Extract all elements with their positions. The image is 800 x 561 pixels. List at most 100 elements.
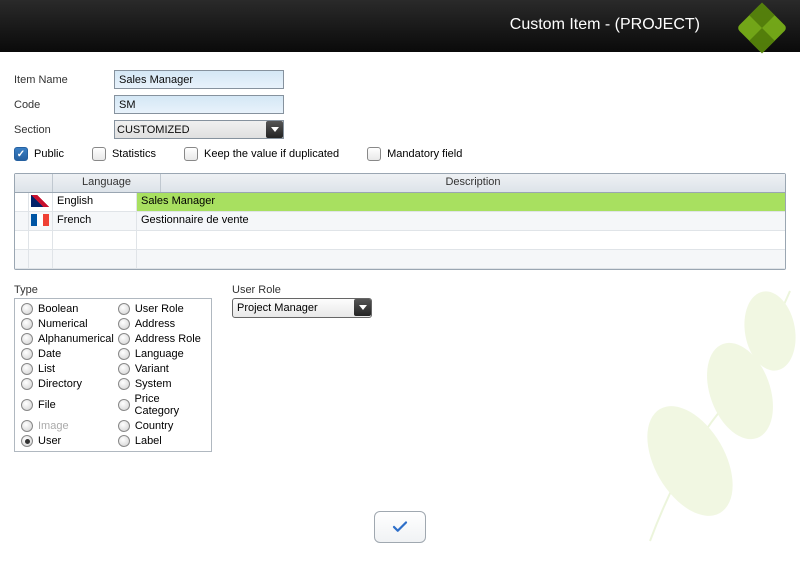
- radio-icon: [21, 399, 33, 411]
- table-row-empty[interactable]: [15, 250, 785, 269]
- chevron-down-icon: [354, 299, 371, 316]
- type-radio-directory[interactable]: Directory: [21, 378, 114, 390]
- type-radio-address[interactable]: Address: [118, 318, 205, 330]
- item-name-row: Item Name: [14, 70, 786, 89]
- user-role-select[interactable]: Project Manager: [232, 298, 372, 318]
- type-radio-label[interactable]: Label: [118, 435, 205, 447]
- type-radio-user[interactable]: User: [21, 435, 114, 447]
- type-radio-country[interactable]: Country: [118, 420, 205, 432]
- radio-label: Boolean: [38, 303, 78, 315]
- radio-label: Address Role: [135, 333, 201, 345]
- radio-label: List: [38, 363, 55, 375]
- mandatory-check-item: Mandatory field: [367, 147, 462, 161]
- radio-icon: [21, 303, 33, 315]
- statistics-label: Statistics: [112, 148, 156, 160]
- radio-label: User Role: [135, 303, 184, 315]
- type-radio-list[interactable]: List: [21, 363, 114, 375]
- lang-cell: English: [53, 193, 137, 211]
- type-grid: Boolean User Role Numerical Address Alphanum…: [14, 298, 212, 452]
- code-input[interactable]: [114, 95, 284, 114]
- th-flag: [15, 174, 53, 192]
- radio-icon: [21, 318, 33, 330]
- radio-icon: [21, 420, 33, 432]
- type-radio-system[interactable]: System: [118, 378, 205, 390]
- content-area: Item Name Code Section CUSTOMIZED Public…: [0, 52, 800, 561]
- radio-label: Country: [135, 420, 174, 432]
- chevron-down-icon: [266, 121, 283, 138]
- radio-icon: [21, 378, 33, 390]
- type-radio-numerical[interactable]: Numerical: [21, 318, 114, 330]
- type-radio-price-category[interactable]: Price Category: [118, 393, 205, 417]
- public-checkbox[interactable]: [14, 147, 28, 161]
- radio-icon: [21, 435, 33, 447]
- section-select[interactable]: CUSTOMIZED: [114, 120, 284, 139]
- radio-label: Date: [38, 348, 61, 360]
- item-name-input[interactable]: [114, 70, 284, 89]
- radio-icon: [118, 363, 130, 375]
- user-role-panel: User Role Project Manager: [232, 284, 377, 318]
- th-description: Description: [161, 174, 785, 192]
- keepvalue-check-item: Keep the value if duplicated: [184, 147, 339, 161]
- radio-label: System: [135, 378, 172, 390]
- radio-label: Directory: [38, 378, 82, 390]
- type-radio-date[interactable]: Date: [21, 348, 114, 360]
- radio-label: Address: [135, 318, 175, 330]
- checkbox-row: Public Statistics Keep the value if dupl…: [14, 147, 786, 161]
- radio-icon: [118, 420, 130, 432]
- section-label: Section: [14, 124, 114, 136]
- type-radio-image: Image: [21, 420, 114, 432]
- type-label: Type: [14, 284, 212, 296]
- type-radio-boolean[interactable]: Boolean: [21, 303, 114, 315]
- lower-section: Type Boolean User Role Numerical Address Alp…: [14, 284, 786, 452]
- user-role-label: User Role: [232, 284, 377, 296]
- radio-label: Price Category: [135, 393, 205, 417]
- type-radio-variant[interactable]: Variant: [118, 363, 205, 375]
- radio-label: User: [38, 435, 61, 447]
- radio-icon: [21, 348, 33, 360]
- statistics-checkbox[interactable]: [92, 147, 106, 161]
- radio-icon: [118, 303, 130, 315]
- radio-label: File: [38, 399, 56, 411]
- flag-en-icon: [31, 195, 49, 207]
- radio-icon: [118, 435, 130, 447]
- user-role-value: Project Manager: [237, 302, 318, 314]
- type-radio-file[interactable]: File: [21, 393, 114, 417]
- radio-icon: [118, 318, 130, 330]
- type-radio-language[interactable]: Language: [118, 348, 205, 360]
- keepvalue-label: Keep the value if duplicated: [204, 148, 339, 160]
- type-radio-alphanumerical[interactable]: Alphanumerical: [21, 333, 114, 345]
- radio-label: Language: [135, 348, 184, 360]
- row-indicator: [15, 212, 29, 230]
- type-radio-address-role[interactable]: Address Role: [118, 333, 205, 345]
- type-panel: Type Boolean User Role Numerical Address Alp…: [14, 284, 212, 452]
- lang-cell: French: [53, 212, 137, 230]
- statistics-check-item: Statistics: [92, 147, 156, 161]
- radio-icon: [21, 333, 33, 345]
- radio-icon: [118, 399, 130, 411]
- flag-cell: [29, 212, 53, 230]
- code-label: Code: [14, 99, 114, 111]
- table-row[interactable]: English Sales Manager: [15, 193, 785, 212]
- confirm-button[interactable]: [374, 511, 426, 543]
- radio-label: Label: [135, 435, 162, 447]
- flag-fr-icon: [31, 214, 49, 226]
- public-label: Public: [34, 148, 64, 160]
- radio-icon: [118, 378, 130, 390]
- radio-icon: [118, 333, 130, 345]
- header-bar: Custom Item - (PROJECT): [0, 0, 800, 52]
- radio-icon: [118, 348, 130, 360]
- check-icon: [391, 518, 409, 536]
- row-indicator: [15, 193, 29, 211]
- radio-label: Alphanumerical: [38, 333, 114, 345]
- type-radio-user-role[interactable]: User Role: [118, 303, 205, 315]
- radio-label: Numerical: [38, 318, 88, 330]
- desc-cell: Gestionnaire de vente: [137, 212, 785, 230]
- table-row-empty[interactable]: [15, 231, 785, 250]
- item-name-label: Item Name: [14, 74, 114, 86]
- keepvalue-checkbox[interactable]: [184, 147, 198, 161]
- table-header: Language Description: [15, 174, 785, 193]
- radio-label: Image: [38, 420, 69, 432]
- mandatory-checkbox[interactable]: [367, 147, 381, 161]
- mandatory-label: Mandatory field: [387, 148, 462, 160]
- table-row[interactable]: French Gestionnaire de vente: [15, 212, 785, 231]
